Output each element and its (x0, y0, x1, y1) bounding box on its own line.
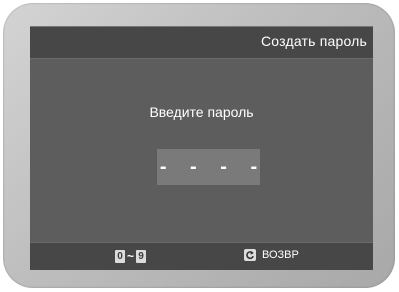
password-input[interactable]: - - - - (157, 149, 260, 185)
digit-key-9: 9 (136, 249, 147, 263)
return-arrow-icon (244, 249, 256, 261)
password-prompt: Введите пароль (149, 104, 254, 120)
return-button[interactable]: ВОЗВР (244, 249, 299, 261)
digit-range-hint: 0 ~ 9 (115, 249, 147, 263)
return-label: ВОЗВР (262, 249, 299, 261)
digit-key-0: 0 (115, 249, 125, 263)
password-placeholder: - - - - (159, 155, 267, 178)
range-separator: ~ (127, 249, 135, 263)
footer-bar: 0 ~ 9 ВОЗВР (30, 242, 373, 270)
dialog-title: Создать пароль (261, 33, 367, 49)
password-dialog-screen: Создать пароль Введите пароль - - - - 0 … (30, 26, 373, 270)
title-bar: Создать пароль (30, 27, 373, 59)
